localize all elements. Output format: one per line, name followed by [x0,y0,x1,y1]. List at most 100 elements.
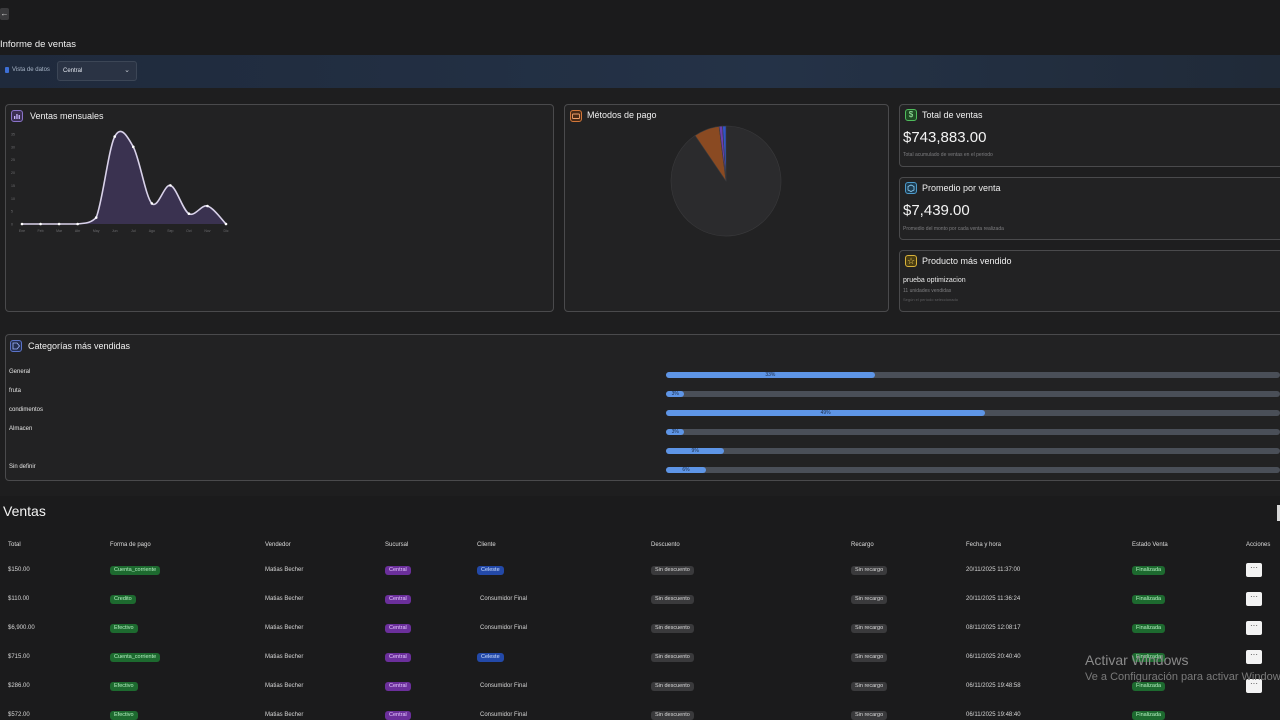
category-bar-fill: 49% [666,410,986,416]
column-header[interactable]: Estado Venta [1132,542,1168,548]
category-bar-fill: 33% [666,372,875,378]
monthly-sales-card: Ventas mensuales 0 5 10 15 20 25 30 35 Ene Feb Mar… [5,104,554,312]
tag-icon [10,340,22,352]
client-name: Consumidor Final [480,596,528,602]
column-header[interactable]: Total [8,542,21,548]
windows-watermark-title: Activar Windows [1085,652,1189,668]
average-sale-card: Promedio por venta $7,439.00 Promedio de… [899,177,1280,240]
data-point [131,145,135,149]
category-label: Almacen [9,426,33,432]
top-product-card: ☆ Producto más vendido prueba optimizaci… [899,250,1280,312]
row-actions-button[interactable]: ··· [1246,650,1262,664]
sales-title: Ventas [3,503,46,519]
average-sale-subtitle: Promedio del monto por cada venta realiz… [903,226,1004,232]
windows-watermark-text: Ve a Configuración para activar Windows. [1085,671,1280,683]
column-header[interactable]: Acciones [1246,542,1270,548]
y-tick-label: 25 [11,158,15,162]
filter-icon [5,67,9,73]
sale-datetime: 08/11/2025 12:08:17 [966,625,1021,631]
row-actions-button[interactable]: ··· [1246,621,1262,635]
data-point [39,222,42,226]
status-badge: Finalizada [1132,711,1166,720]
column-header[interactable]: Fecha y hora [966,542,1001,548]
column-header[interactable]: Forma de pago [110,542,151,548]
data-point [150,202,154,205]
x-tick-label: Ago [149,229,155,233]
x-tick-label: Jun [112,229,118,233]
star-icon: ☆ [905,255,917,267]
category-bar-track: 3% [666,391,1280,397]
filter-bar [0,55,1280,88]
column-header[interactable]: Vendedor [265,542,291,548]
discount-badge: Sin descuento [651,566,694,575]
payment-badge: Efectivo [110,624,138,633]
category-bar-track: 9% [666,448,1280,454]
column-header[interactable]: Cliente [477,542,496,548]
column-header[interactable]: Sucursal [385,542,408,548]
data-point [113,135,117,138]
y-tick-label: 15 [11,184,15,188]
sale-datetime: 06/11/2025 20:40:40 [966,654,1021,660]
payment-badge: Efectivo [110,682,138,691]
surcharge-badge: Sin recargo [851,595,888,604]
category-label: condimentos [9,407,44,413]
category-label: Sin definir [9,464,36,470]
row-actions-button[interactable]: ··· [1246,563,1262,577]
x-tick-label: Dic [223,229,228,233]
column-header[interactable]: Recargo [851,542,874,548]
average-sale-value: $7,439.00 [903,202,970,219]
branch-select[interactable]: Central ⌄ [57,61,137,81]
status-badge: Finalizada [1132,566,1166,575]
wallet-icon [570,110,582,122]
top-categories-title: Categorías más vendidas [28,341,131,351]
top-categories-card: Categorías más vendidas [5,334,1280,481]
average-sale-title: Promedio por venta [922,183,1001,193]
payment-methods-card: Métodos de pago [564,104,889,312]
monthly-sales-chart: 0 5 10 15 20 25 30 35 Ene Feb Mar Abr May Jun Jul Ago Se… [11,130,229,233]
category-bar-track: 49% [666,410,1280,416]
x-tick-label: Abr [75,229,81,233]
category-label: General [9,369,31,375]
surcharge-badge: Sin recargo [851,566,888,575]
seller-name: Matias Becher [265,567,304,573]
x-tick-label: Oct [186,229,191,233]
status-badge: Finalizada [1132,682,1166,691]
payment-badge: Cuenta_corriente [110,653,161,662]
branch-badge: Central [385,653,411,662]
category-bar-fill: 3% [666,391,685,397]
surcharge-badge: Sin recargo [851,682,888,691]
x-tick-label: May [93,229,100,233]
data-point [224,222,228,226]
data-point [94,216,98,219]
row-actions-button[interactable]: ··· [1246,592,1262,606]
seller-name: Matias Becher [265,683,304,689]
y-tick-label: 30 [11,145,15,149]
seller-name: Matias Becher [265,654,304,660]
page-title: Informe de ventas [0,39,77,50]
monthly-sales-title: Ventas mensuales [30,111,104,121]
column-header[interactable]: Descuento [651,542,680,548]
bar-chart-icon [11,110,23,122]
y-tick-label: 35 [11,133,15,137]
discount-badge: Sin descuento [651,682,694,691]
data-point [20,222,24,226]
payment-methods-title: Métodos de pago [587,110,657,120]
x-tick-label: Jul [131,229,136,233]
y-tick-label: 10 [11,197,15,201]
branch-badge: Central [385,624,411,633]
chevron-down-icon: ⌄ [124,67,130,74]
surcharge-badge: Sin recargo [851,653,888,662]
total-sales-title: Total de ventas [922,110,983,120]
x-tick-label: Nov [204,229,210,233]
client-badge: Celeste [477,566,504,575]
seller-name: Matias Becher [265,596,304,602]
back-button[interactable]: ← [0,8,9,20]
seller-name: Matias Becher [265,712,304,718]
filter-label: Vista de datos [5,67,50,73]
category-label: fruta [9,388,22,394]
sale-total: $286.00 [8,683,30,689]
discount-badge: Sin descuento [651,624,694,633]
top-bar: ← [0,0,1280,28]
sale-total: $110.00 [8,596,30,602]
x-tick-label: Ene [19,229,25,233]
